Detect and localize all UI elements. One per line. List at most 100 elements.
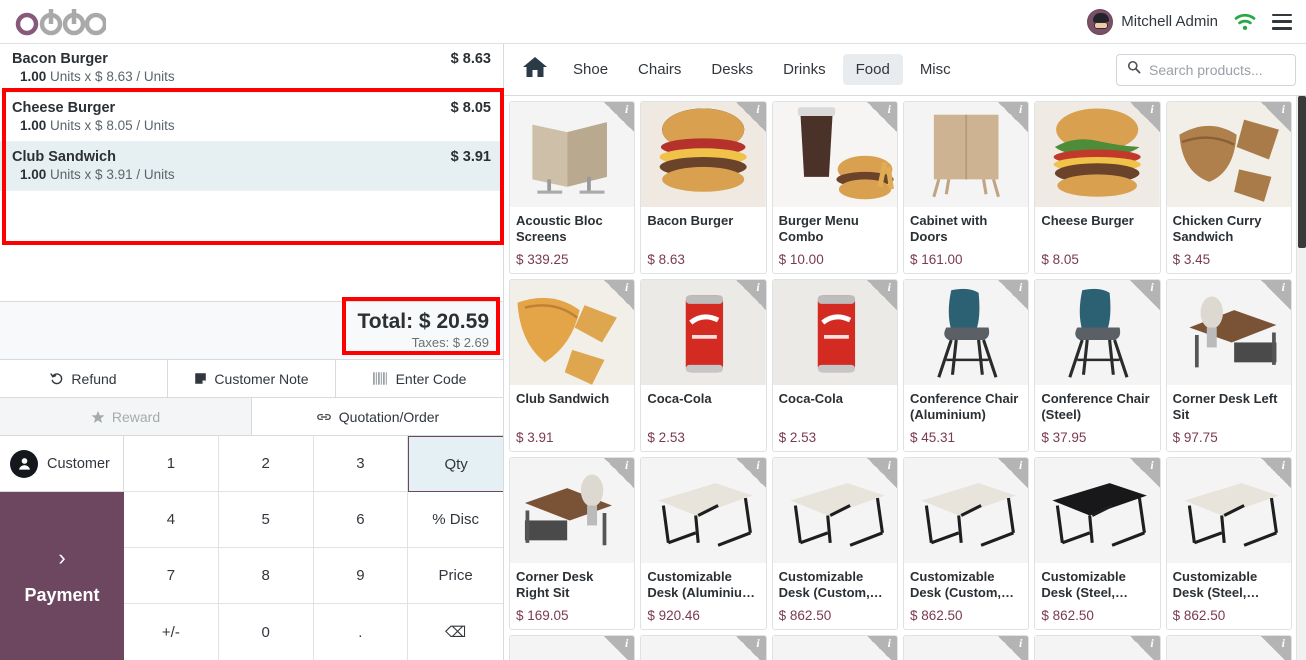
numpad-price[interactable]: Price — [408, 548, 503, 604]
numpad-2[interactable]: 2 — [218, 436, 314, 492]
numpad-7[interactable]: 7 — [124, 548, 219, 604]
info-badge-label: i — [887, 102, 891, 116]
product-card[interactable]: i — [1165, 635, 1292, 660]
product-card[interactable]: i Burger Menu Combo $ 10.00 — [771, 101, 898, 274]
product-info-icon[interactable]: i — [604, 280, 635, 310]
numpad-6[interactable]: 6 — [313, 492, 409, 548]
product-info-icon[interactable]: i — [1129, 458, 1160, 488]
product-info-icon[interactable]: i — [1261, 458, 1291, 488]
product-card[interactable]: i Customizable Desk (Aluminiu… $ 920.46 — [640, 457, 767, 630]
product-info-icon[interactable]: i — [1261, 636, 1291, 660]
product-price: $ 862.50 — [1041, 608, 1094, 623]
product-info-icon[interactable]: i — [735, 458, 766, 488]
product-price: $ 339.25 — [516, 252, 569, 267]
product-info-icon[interactable]: i — [998, 280, 1029, 310]
customer-button[interactable]: Customer — [0, 436, 124, 492]
product-card[interactable]: i — [509, 635, 636, 660]
order-line[interactable]: Bacon Burger $ 8.63 1.00 Units x $ 8.63 / … — [0, 44, 503, 93]
product-info-icon[interactable]: i — [604, 636, 635, 660]
product-card[interactable]: i Coca-Cola $ 2.53 — [640, 279, 767, 452]
customer-note-button[interactable]: Customer Note — [168, 360, 336, 397]
product-info-icon[interactable]: i — [1261, 280, 1291, 310]
product-info-icon[interactable]: i — [604, 458, 635, 488]
odoo-logo[interactable] — [14, 8, 106, 36]
numpad-plusminus[interactable]: +/- — [124, 604, 219, 660]
wifi-icon[interactable] — [1234, 13, 1256, 31]
info-badge-label: i — [1150, 458, 1154, 472]
info-badge-label: i — [1281, 458, 1285, 472]
product-info-icon[interactable]: i — [998, 102, 1029, 132]
category-desks[interactable]: Desks — [698, 54, 766, 85]
info-badge-label: i — [1018, 280, 1023, 294]
product-scrollbar-thumb[interactable] — [1298, 96, 1306, 248]
category-drinks[interactable]: Drinks — [770, 54, 839, 85]
product-card[interactable]: i Corner Desk Right Sit $ 169.05 — [509, 457, 636, 630]
product-card[interactable]: i Chicken Curry Sandwich $ 3.45 — [1165, 101, 1292, 274]
product-info-icon[interactable]: i — [1129, 102, 1160, 132]
product-card[interactable]: i Customizable Desk (Steel,… $ 862.50 — [1165, 457, 1292, 630]
refund-button[interactable]: Refund — [0, 360, 168, 397]
product-card[interactable]: i — [771, 635, 898, 660]
payment-button[interactable]: › Payment — [0, 492, 124, 660]
numpad-qty[interactable]: Qty — [408, 436, 503, 492]
category-food[interactable]: Food — [842, 54, 903, 85]
product-info-icon[interactable]: i — [735, 102, 766, 132]
product-name: Cheese Burger — [1041, 213, 1134, 228]
product-card[interactable]: i Customizable Desk (Custom,… $ 862.50 — [771, 457, 898, 630]
product-card[interactable]: i Corner Desk Left Sit $ 97.75 — [1165, 279, 1292, 452]
product-card[interactable]: i — [1034, 635, 1161, 660]
search-box[interactable] — [1116, 53, 1296, 86]
product-card[interactable]: i Cheese Burger $ 8.05 — [1034, 101, 1161, 274]
quotation-order-button[interactable]: Quotation/Order — [252, 398, 503, 435]
order-line[interactable]: Club Sandwich $ 3.91 1.00 Units x $ 3.91 /… — [0, 142, 503, 191]
product-info-icon[interactable]: i — [735, 636, 766, 660]
product-card[interactable]: i — [903, 635, 1030, 660]
numpad-backspace[interactable]: ⌫ — [408, 604, 503, 660]
enter-code-button[interactable]: Enter Code — [336, 360, 503, 397]
numpad-3[interactable]: 3 — [313, 436, 409, 492]
product-price: $ 8.05 — [1041, 252, 1079, 267]
hamburger-menu-icon[interactable] — [1272, 13, 1292, 30]
product-info-icon[interactable]: i — [867, 102, 897, 132]
product-info-icon[interactable]: i — [1129, 280, 1160, 310]
product-card[interactable]: i Club Sandwich $ 3.91 — [509, 279, 636, 452]
product-info-icon[interactable]: i — [1261, 102, 1291, 132]
numpad-9[interactable]: 9 — [313, 548, 409, 604]
search-input[interactable] — [1149, 61, 1285, 78]
product-card[interactable]: i Coca-Cola $ 2.53 — [771, 279, 898, 452]
product-card[interactable]: i — [640, 635, 767, 660]
numpad-5[interactable]: 5 — [218, 492, 314, 548]
category-chairs[interactable]: Chairs — [625, 54, 694, 85]
product-card[interactable]: i Customizable Desk (Custom,… $ 862.50 — [903, 457, 1030, 630]
product-card[interactable]: i Conference Chair (Steel) $ 37.95 — [1034, 279, 1161, 452]
product-info-icon[interactable]: i — [867, 636, 897, 660]
user-menu[interactable]: Mitchell Admin — [1087, 8, 1218, 35]
reward-button[interactable]: Reward — [0, 398, 252, 435]
product-info-icon[interactable]: i — [1129, 636, 1160, 660]
numpad-8[interactable]: 8 — [218, 548, 314, 604]
product-card[interactable]: i Customizable Desk (Steel,… $ 862.50 — [1034, 457, 1161, 630]
product-info-icon[interactable]: i — [998, 458, 1029, 488]
product-price: $ 37.95 — [1041, 430, 1087, 445]
order-line[interactable]: Cheese Burger $ 8.05 1.00 Units x $ 8.05 /… — [0, 93, 503, 142]
product-name: Club Sandwich — [516, 391, 610, 406]
product-info-icon[interactable]: i — [604, 102, 635, 132]
product-card[interactable]: i Cabinet with Doors $ 161.00 — [903, 101, 1030, 274]
product-info-icon[interactable]: i — [998, 636, 1029, 660]
numpad-4[interactable]: 4 — [124, 492, 219, 548]
product-scrollbar-track[interactable] — [1296, 96, 1306, 660]
numpad-1[interactable]: 1 — [124, 436, 219, 492]
product-info-icon[interactable]: i — [867, 280, 897, 310]
product-info-icon[interactable]: i — [867, 458, 897, 488]
product-card[interactable]: i Conference Chair (Aluminium) $ 45.31 — [903, 279, 1030, 452]
numpad-0[interactable]: 0 — [218, 604, 314, 660]
product-card[interactable]: i Bacon Burger $ 8.63 — [640, 101, 767, 274]
numpad-discount[interactable]: % Disc — [408, 492, 503, 548]
category-misc[interactable]: Misc — [907, 54, 964, 85]
numpad-decimal[interactable]: . — [313, 604, 409, 660]
home-button[interactable] — [512, 55, 558, 84]
product-image: i — [641, 636, 766, 660]
product-info-icon[interactable]: i — [735, 280, 766, 310]
product-card[interactable]: i Acoustic Bloc Screens $ 339.25 — [509, 101, 636, 274]
category-shoe[interactable]: Shoe — [560, 54, 621, 85]
